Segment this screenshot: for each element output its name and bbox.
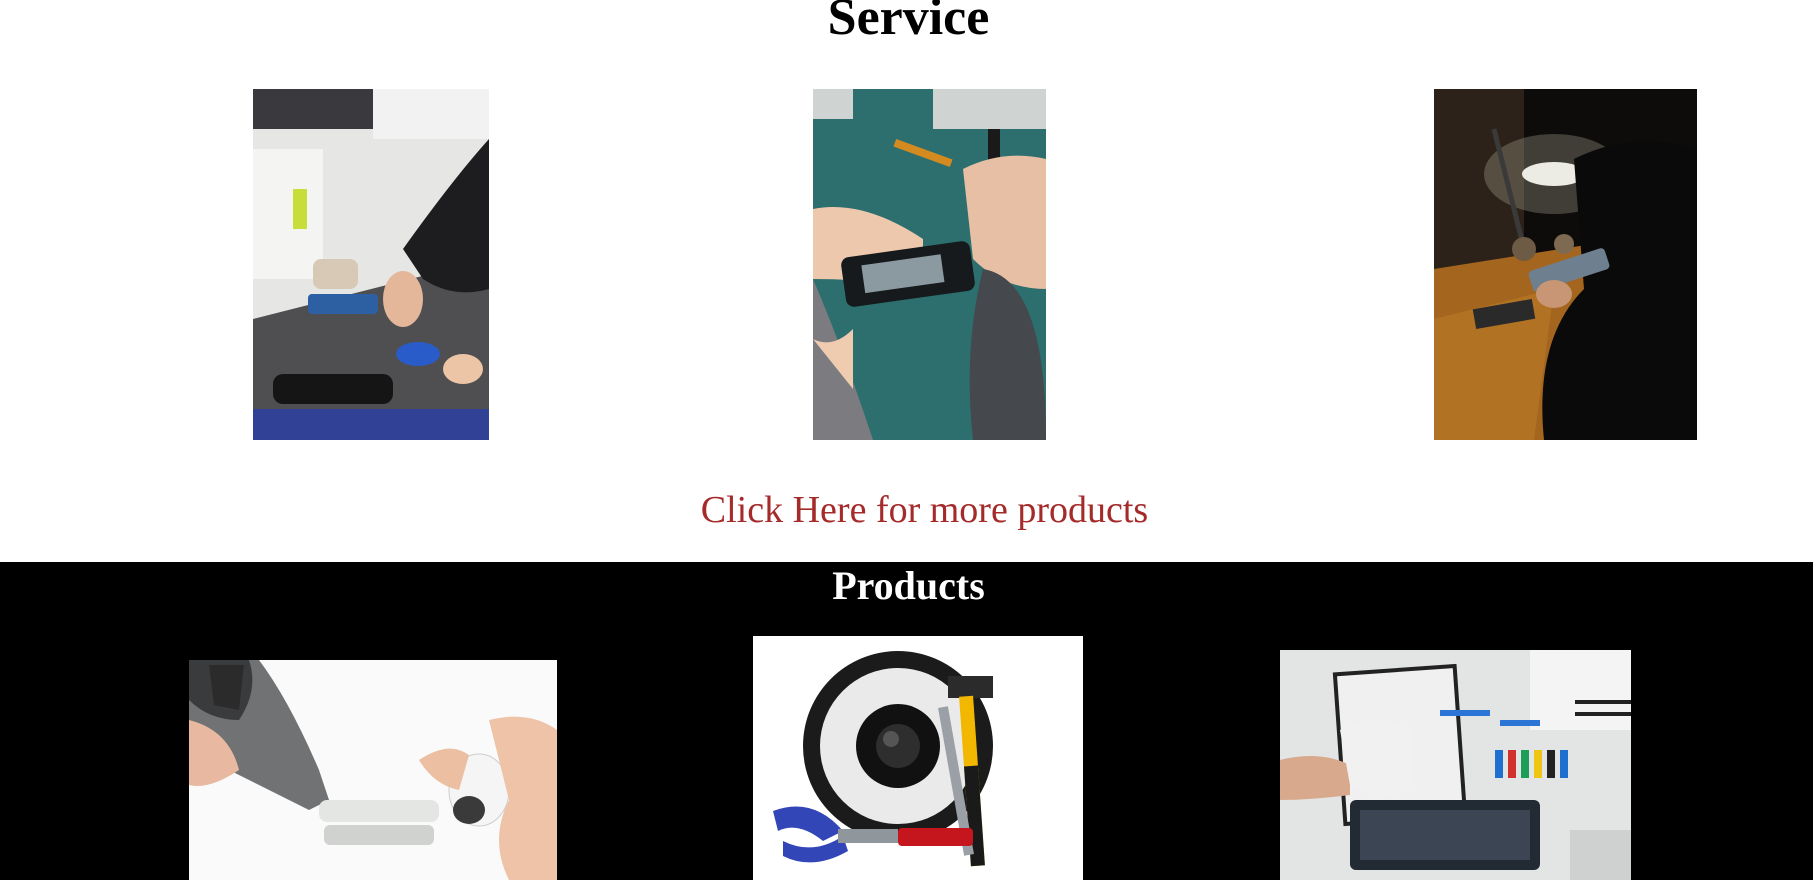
more-products-link[interactable]: Click Here for more products <box>0 489 1813 532</box>
service-image-1 <box>253 89 489 440</box>
service-image-3 <box>1434 89 1697 440</box>
product-image-3 <box>1280 650 1631 880</box>
products-heading: Products <box>832 563 985 608</box>
products-section: Products <box>0 562 1813 880</box>
service-heading: Service <box>827 0 990 46</box>
product-image-1 <box>189 660 557 880</box>
product-image-2 <box>753 636 1083 880</box>
service-image-2 <box>813 89 1046 440</box>
service-section: Service Click Here for more products <box>0 0 1813 562</box>
